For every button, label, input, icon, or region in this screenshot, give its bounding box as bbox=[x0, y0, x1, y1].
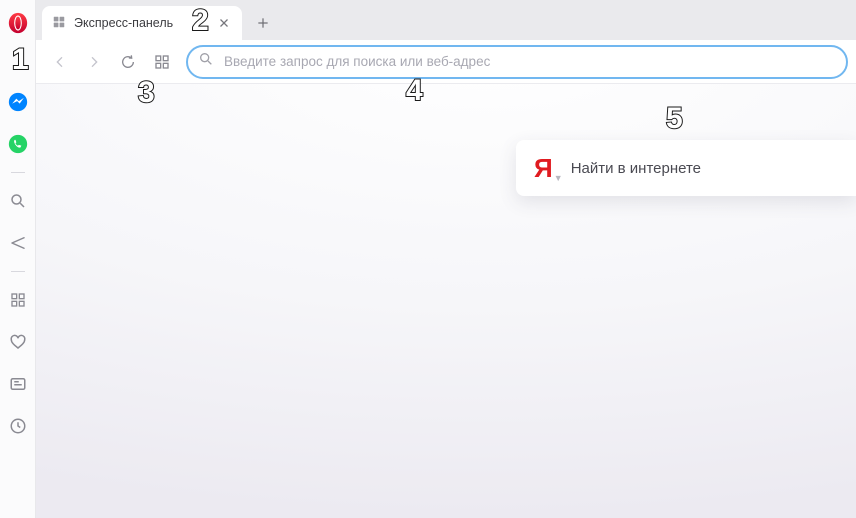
speed-dial-tab-icon bbox=[52, 15, 66, 32]
whatsapp-icon[interactable] bbox=[8, 134, 28, 154]
toolbar bbox=[36, 40, 856, 84]
speed-dial-search-panel[interactable]: Я ▼ Найти в интернете bbox=[516, 140, 856, 196]
yandex-icon: Я ▼ bbox=[534, 155, 553, 181]
tabstrip: Экспресс-панель bbox=[36, 0, 856, 40]
tab-close-icon[interactable] bbox=[216, 15, 232, 31]
speed-dial-icon[interactable] bbox=[8, 290, 28, 310]
tab-title: Экспресс-панель bbox=[74, 16, 208, 30]
sidebar-separator bbox=[11, 271, 25, 272]
sidebar bbox=[0, 0, 36, 518]
bookmarks-heart-icon[interactable] bbox=[8, 332, 28, 352]
annotation-marker-1: 1 bbox=[12, 45, 29, 75]
new-tab-button[interactable] bbox=[248, 8, 278, 38]
back-button[interactable] bbox=[44, 46, 76, 78]
addressbar[interactable] bbox=[186, 45, 848, 79]
reload-button[interactable] bbox=[112, 46, 144, 78]
sidebar-separator bbox=[11, 172, 25, 173]
forward-button[interactable] bbox=[78, 46, 110, 78]
opera-logo-icon[interactable] bbox=[7, 12, 29, 34]
speed-dial-button[interactable] bbox=[146, 46, 178, 78]
annotation-marker-4: 4 bbox=[406, 76, 423, 106]
news-icon[interactable] bbox=[8, 374, 28, 394]
search-in-tabs-icon[interactable] bbox=[8, 191, 28, 211]
search-panel-placeholder: Найти в интернете bbox=[571, 160, 701, 177]
tab-speed-dial[interactable]: Экспресс-панель bbox=[42, 6, 242, 40]
address-input[interactable] bbox=[224, 54, 836, 69]
annotation-marker-5: 5 bbox=[666, 104, 683, 134]
messenger-icon[interactable] bbox=[8, 92, 28, 112]
search-icon bbox=[198, 51, 214, 72]
annotation-marker-2: 2 bbox=[192, 6, 209, 36]
history-icon[interactable] bbox=[8, 416, 28, 436]
provider-dropdown-icon[interactable]: ▼ bbox=[554, 174, 563, 183]
yandex-glyph: Я bbox=[534, 153, 553, 183]
flow-icon[interactable] bbox=[8, 233, 28, 253]
content-area: Я ▼ Найти в интернете bbox=[36, 84, 856, 518]
annotation-marker-3: 3 bbox=[138, 78, 155, 108]
